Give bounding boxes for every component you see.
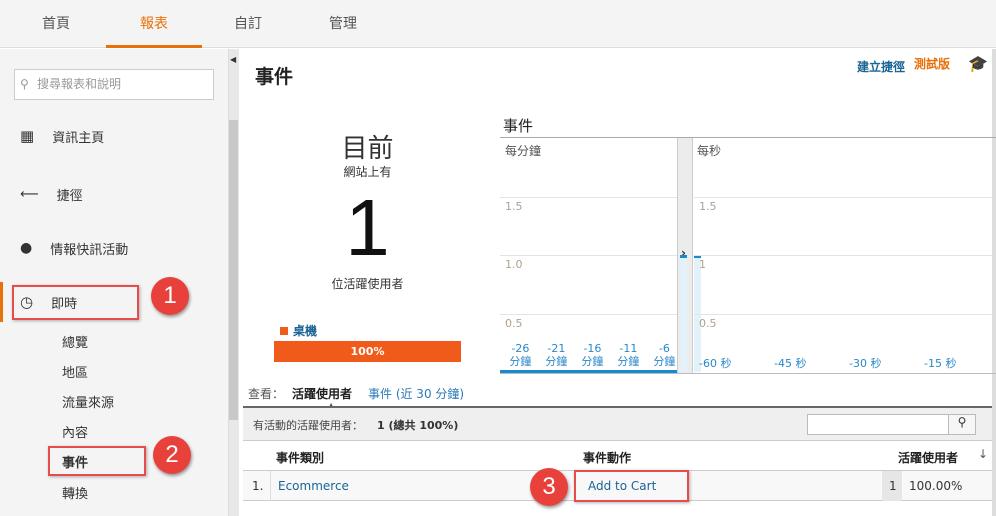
bar bbox=[679, 255, 687, 372]
sidebar-subitem-traffic[interactable]: 流量來源 bbox=[62, 392, 114, 411]
row-index: 1. bbox=[252, 479, 264, 493]
view-label: 查看： bbox=[248, 387, 285, 401]
tab-admin[interactable]: 管理 bbox=[295, 0, 391, 48]
sidebar-subitem-overview[interactable]: 總覽 bbox=[62, 332, 88, 351]
column-header-active-users[interactable]: 活躍使用者 bbox=[898, 449, 958, 466]
x-tick-label: -21 分鐘 bbox=[545, 342, 568, 368]
x-tick-label: -45 秒 bbox=[774, 357, 807, 370]
tab-reports[interactable]: 報表 bbox=[106, 0, 202, 48]
x-tick-label: -6 分鐘 bbox=[653, 342, 676, 368]
per-minute-chart: 1.5 1.0 0.5 -26 分鐘 -21 分鐘 -16 分鐘 -11 分鐘 -6 分鐘 bbox=[500, 138, 701, 373]
device-legend: 桌機 bbox=[280, 322, 317, 339]
y-tick-label: 0.5 bbox=[699, 316, 717, 330]
summary-label: 有活動的活躍使用者： bbox=[253, 419, 363, 432]
y-tick-label: 1.0 bbox=[505, 258, 523, 272]
event-category-link[interactable]: Ecommerce bbox=[278, 479, 349, 493]
gridline bbox=[500, 313, 677, 315]
y-tick-label: 0.5 bbox=[505, 316, 523, 330]
device-label: 桌機 bbox=[293, 324, 318, 338]
active-users-value: 1 bbox=[889, 479, 897, 493]
grid-icon: ▦ bbox=[20, 127, 35, 145]
chart-baseline bbox=[500, 373, 996, 374]
scrollbar-thumb[interactable] bbox=[229, 120, 238, 420]
x-tick-label: -30 秒 bbox=[849, 357, 882, 370]
baseline-series bbox=[500, 370, 677, 373]
gridline bbox=[500, 197, 677, 198]
search-placeholder: 搜尋報表和說明 bbox=[37, 77, 122, 91]
device-bar-track: 100% bbox=[274, 341, 461, 362]
create-shortcut-link[interactable]: 建立捷徑 bbox=[857, 58, 905, 75]
callout-1: 1 bbox=[151, 277, 189, 315]
sidebar-item-dashboard[interactable]: ▦ 資訊主頁 bbox=[20, 126, 104, 146]
on-site-label: 網站上有 bbox=[343, 165, 392, 179]
search-input[interactable]: ⚲ 搜尋報表和說明 bbox=[14, 69, 214, 100]
sidebar-subitem-conversions[interactable]: 轉換 bbox=[62, 483, 88, 502]
beta-label: 測試版 bbox=[914, 57, 951, 71]
legend-swatch bbox=[280, 327, 288, 335]
cell-divider bbox=[270, 471, 271, 501]
sidebar-item-intelligence[interactable]: ● 情報快訊活動 bbox=[20, 238, 128, 258]
summary-value: 1 (總共 100%) bbox=[377, 419, 459, 432]
sidebar-item-label: 資訊主頁 bbox=[52, 130, 105, 146]
x-tick-label: -16 分鐘 bbox=[581, 342, 604, 368]
active-indicator bbox=[0, 282, 3, 322]
callout-2: 2 bbox=[153, 436, 191, 474]
top-nav: 首頁 報表 自訂 管理 bbox=[0, 0, 996, 48]
bar-cap bbox=[679, 255, 687, 259]
graduation-cap-icon[interactable]: 🎓 bbox=[968, 54, 988, 73]
callout-box-3 bbox=[574, 470, 689, 502]
callout-3: 3 bbox=[530, 468, 568, 506]
search-button[interactable]: ⚲ bbox=[948, 414, 976, 435]
page-scrollbar[interactable] bbox=[992, 49, 996, 516]
active-users-label: 位活躍使用者 bbox=[331, 277, 404, 291]
search-icon: ⚲ bbox=[20, 77, 29, 91]
chart-title: 事件 bbox=[503, 117, 534, 135]
gridline bbox=[694, 197, 992, 198]
y-tick-label: 1 bbox=[699, 258, 706, 272]
callout-box-1 bbox=[12, 285, 139, 320]
view-tab-events[interactable]: 事件 (近 30 分鐘) bbox=[368, 385, 464, 402]
view-tab-active-users[interactable]: 活躍使用者 bbox=[292, 385, 352, 402]
column-header-action[interactable]: 事件動作 bbox=[583, 449, 631, 466]
y-tick-label: 1.5 bbox=[699, 200, 717, 213]
gridline bbox=[694, 313, 992, 315]
sort-down-arrow-icon[interactable]: ↓ bbox=[978, 447, 988, 461]
active-user-count: 1 bbox=[345, 183, 390, 272]
x-tick-label: -26 分鐘 bbox=[509, 342, 532, 368]
y-tick-label: 1.5 bbox=[505, 200, 523, 213]
sidebar-item-shortcuts[interactable]: ⟵ 捷徑 bbox=[20, 184, 83, 204]
active-users-percent: 100.00% bbox=[909, 479, 963, 493]
callout-box-2 bbox=[48, 446, 146, 476]
sidebar-item-label: 情報快訊活動 bbox=[50, 242, 129, 258]
tab-home[interactable]: 首頁 bbox=[8, 0, 104, 48]
shortcut-arrow-icon: ⟵ bbox=[20, 186, 39, 202]
column-header-category[interactable]: 事件類別 bbox=[276, 449, 324, 466]
gridline bbox=[694, 255, 992, 257]
table-header: 事件類別 事件動作 活躍使用者 ↓ bbox=[243, 441, 992, 471]
gridline bbox=[500, 255, 677, 257]
per-second-chart: 1.5 1 0.5 -60 秒 -45 秒 -30 秒 -15 秒 bbox=[694, 138, 992, 373]
x-tick-label: -60 秒 bbox=[699, 357, 732, 370]
device-bar-fill: 100% bbox=[274, 341, 461, 362]
search-icon: ⚲ bbox=[957, 415, 967, 429]
lightbulb-icon: ● bbox=[20, 240, 33, 256]
tab-customize[interactable]: 自訂 bbox=[200, 0, 296, 48]
table-summary-bar: 有活動的活躍使用者： 1 (總共 100%) ⚲ bbox=[243, 406, 992, 441]
sidebar-subitem-locations[interactable]: 地區 bbox=[62, 362, 88, 381]
device-percent: 100% bbox=[350, 345, 385, 358]
collapse-arrow-icon[interactable]: ◀ bbox=[230, 55, 236, 64]
table-search-input[interactable] bbox=[807, 414, 949, 435]
sidebar-subitem-content[interactable]: 內容 bbox=[62, 422, 88, 441]
sidebar-item-label: 捷徑 bbox=[56, 188, 83, 204]
x-tick-label: -15 秒 bbox=[924, 357, 957, 370]
x-tick-label: -11 分鐘 bbox=[617, 342, 640, 368]
now-label: 目前 bbox=[341, 134, 394, 164]
page-title: 事件 bbox=[255, 66, 294, 88]
